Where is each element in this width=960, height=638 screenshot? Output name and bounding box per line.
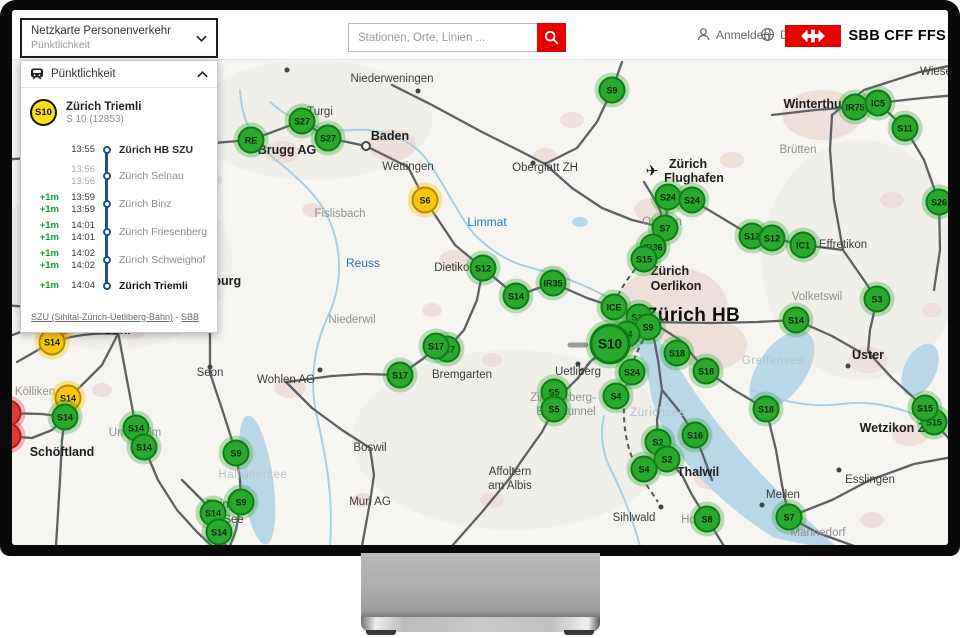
panel-header[interactable]: Pünktlichkeit	[21, 61, 217, 88]
panel-footer: SZU (Sihltal-Zürich-Uetliberg-Bahn) - SB…	[21, 304, 217, 332]
airplane-icon: ✈	[646, 162, 659, 180]
train-name: Zürich Triemli	[66, 101, 141, 113]
line-badge[interactable]: IC5	[865, 90, 892, 117]
person-icon	[696, 27, 711, 42]
line-badge[interactable]: S24	[655, 184, 682, 211]
line-badge[interactable]: S15	[631, 246, 658, 273]
line-badge[interactable]: S9	[223, 440, 250, 467]
line-badge[interactable]: IC1	[790, 232, 817, 259]
search-bar	[348, 23, 566, 52]
line-badge[interactable]: S11	[892, 115, 919, 142]
punctuality-panel: Pünktlichkeit S10 Zürich Triemli S 10 (1…	[20, 60, 218, 333]
line-badge[interactable]: S4	[631, 456, 658, 483]
selected-train-badge[interactable]: S10	[590, 324, 631, 365]
line-badge[interactable]: S12	[470, 255, 497, 282]
line-badge[interactable]: S27	[289, 108, 316, 135]
screen: ✈ NiederweningenTurgiBrugg AGBadenWettin…	[12, 10, 948, 545]
line-badge[interactable]: S14	[206, 519, 233, 546]
line-badge[interactable]: S26	[926, 189, 949, 216]
line-badge[interactable]: S8	[694, 506, 721, 533]
sbb-link[interactable]: SBB	[181, 312, 199, 322]
line-badge[interactable]: S5	[541, 396, 568, 423]
line-badge[interactable]: S18	[753, 396, 780, 423]
stop-dot	[103, 146, 111, 154]
stop-dot	[103, 200, 111, 208]
stop-name: Zürich Triemli	[119, 280, 209, 292]
stop-dot	[103, 256, 111, 264]
line-badge[interactable]: S2	[654, 446, 681, 473]
footer-separator: -	[173, 312, 181, 322]
stop-dot	[103, 282, 111, 290]
line-badge[interactable]: S18	[693, 358, 720, 385]
search-icon	[544, 30, 559, 45]
line-badge[interactable]: S15	[912, 395, 939, 422]
search-button[interactable]	[537, 23, 566, 52]
line-badge[interactable]: S12	[759, 225, 786, 252]
stop-row[interactable]: +1m 14:04 Zürich Triemli	[21, 274, 217, 298]
stop-dot	[103, 172, 111, 180]
line-badge[interactable]: S24	[679, 187, 706, 214]
layer-select-dropdown[interactable]: Netzkarte Personenverkehr Pünktlichkeit	[20, 18, 218, 58]
monitor-foot	[564, 630, 594, 635]
chevron-up-icon	[197, 71, 208, 78]
line-badge[interactable]: S24	[619, 359, 646, 386]
sbb-flag-icon	[785, 25, 841, 47]
train-number: S 10 (12853)	[66, 114, 141, 125]
stop-name: Zürich Friesenberg	[119, 226, 209, 238]
line-badge[interactable]: RE	[238, 127, 265, 154]
stop-row[interactable]: +1m+1m 13:5913:59 Zürich Binz	[21, 190, 217, 218]
line-badge[interactable]: S3	[864, 286, 891, 313]
line-badge[interactable]: S18	[664, 340, 691, 367]
line-badge[interactable]: S14	[131, 434, 158, 461]
login-button[interactable]: Anmelden	[696, 27, 770, 42]
stop-name: Zürich Binz	[119, 198, 209, 210]
line-badge[interactable]: ICE	[601, 294, 628, 321]
stop-name: Zürich Schweighof	[119, 254, 209, 266]
line-badge[interactable]: S17	[387, 362, 414, 389]
layer-select-title: Netzkarte Personenverkehr	[31, 24, 196, 38]
stop-row[interactable]: 13:5613:56 Zürich Selnau	[21, 162, 217, 190]
chevron-down-icon	[196, 35, 207, 42]
train-summary: S10 Zürich Triemli S 10 (12853)	[21, 88, 217, 130]
stop-row[interactable]: +1m+1m 14:0214:02 Zürich Schweighof	[21, 246, 217, 274]
line-badge[interactable]: S14	[503, 283, 530, 310]
sbb-logo[interactable]: SBB CFF FFS	[785, 25, 946, 47]
line-badge[interactable]: S9	[599, 77, 626, 104]
stop-name: Zürich HB SZU	[119, 144, 209, 156]
line-badge[interactable]: S27	[315, 125, 342, 152]
monitor-foot	[366, 630, 396, 635]
line-badge[interactable]: S14	[52, 404, 79, 431]
stop-name: Zürich Selnau	[119, 170, 209, 182]
train-icon	[30, 68, 44, 80]
layer-select-subtitle: Pünktlichkeit	[31, 39, 196, 52]
stop-dot	[103, 228, 111, 236]
stop-list: 13:55 Zürich HB SZU 13:5613:56 Zürich Se…	[21, 130, 217, 304]
line-badge[interactable]: S16	[682, 422, 709, 449]
globe-icon	[760, 27, 775, 42]
train-line-badge: S10	[30, 99, 57, 126]
line-badge[interactable]: IR35	[540, 270, 567, 297]
operator-link[interactable]: SZU (Sihltal-Zürich-Uetliberg-Bahn)	[31, 312, 173, 322]
search-input[interactable]	[348, 23, 537, 52]
line-badge[interactable]: S14	[783, 307, 810, 334]
monitor-stand-neck	[361, 553, 600, 619]
line-badge[interactable]: S7	[776, 504, 803, 531]
stop-row[interactable]: 13:55 Zürich HB SZU	[21, 138, 217, 162]
logo-text: SBB CFF FFS	[848, 28, 946, 44]
line-badge[interactable]: S4	[603, 383, 630, 410]
page: ✈ NiederweningenTurgiBrugg AGBadenWettin…	[0, 0, 960, 638]
panel-title: Pünktlichkeit	[51, 68, 190, 80]
line-badge[interactable]: S6	[412, 187, 439, 214]
line-badge[interactable]: S9	[228, 489, 255, 516]
line-badge[interactable]: S17	[423, 333, 450, 360]
stop-row[interactable]: +1m+1m 14:0114:01 Zürich Friesenberg	[21, 218, 217, 246]
